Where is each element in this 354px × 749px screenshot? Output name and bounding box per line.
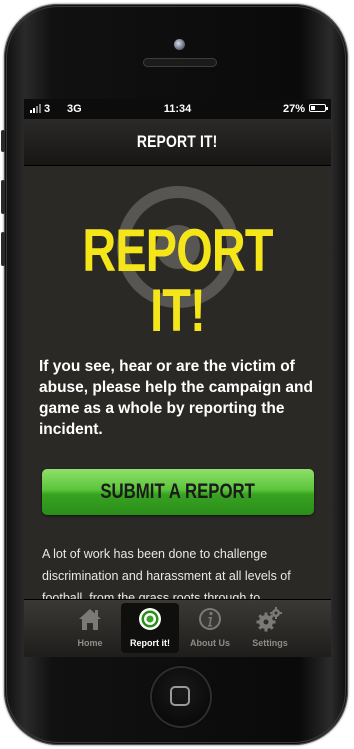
home-button-square-icon — [170, 686, 190, 706]
volume-down-button — [1, 232, 5, 266]
volume-up-button — [1, 180, 5, 214]
tab-report-it-label: Report it! — [130, 638, 170, 648]
front-camera — [174, 39, 185, 50]
tab-about-us-label: About Us — [190, 638, 230, 648]
intro-text: If you see, hear or are the victim of ab… — [39, 358, 313, 438]
mute-switch — [1, 130, 5, 152]
hero-title: REPORT IT! — [82, 217, 273, 344]
status-bar: 3 3G 11:34 27% — [24, 99, 331, 119]
app-screen: 3 3G 11:34 27% REPORT IT! REPORT IT! If … — [24, 99, 331, 657]
target-icon — [121, 603, 179, 633]
home-icon — [61, 603, 119, 633]
tab-settings[interactable]: Settings — [241, 603, 299, 653]
tab-home[interactable]: Home — [61, 603, 119, 653]
tab-settings-label: Settings — [252, 638, 288, 648]
gear-icon — [241, 603, 299, 633]
nav-title: REPORT IT! — [137, 132, 218, 151]
home-button[interactable] — [152, 668, 210, 726]
tab-report-it[interactable]: Report it! — [121, 603, 179, 653]
tab-about-us[interactable]: About Us — [181, 603, 239, 653]
main-content: REPORT IT! If you see, hear or are the v… — [24, 166, 331, 605]
submit-report-label: SUBMIT A REPORT — [100, 480, 256, 503]
tab-bar: Home Report it! About Us Settings — [24, 599, 331, 657]
battery-icon — [309, 104, 328, 112]
battery-percentage: 27% — [282, 103, 305, 115]
earpiece-speaker — [144, 59, 216, 66]
battery-level-fill — [311, 106, 315, 110]
info-icon — [181, 603, 239, 633]
submit-report-button[interactable]: SUBMIT A REPORT — [42, 469, 314, 515]
tab-home-label: Home — [77, 638, 103, 648]
navigation-bar: REPORT IT! — [24, 119, 331, 166]
